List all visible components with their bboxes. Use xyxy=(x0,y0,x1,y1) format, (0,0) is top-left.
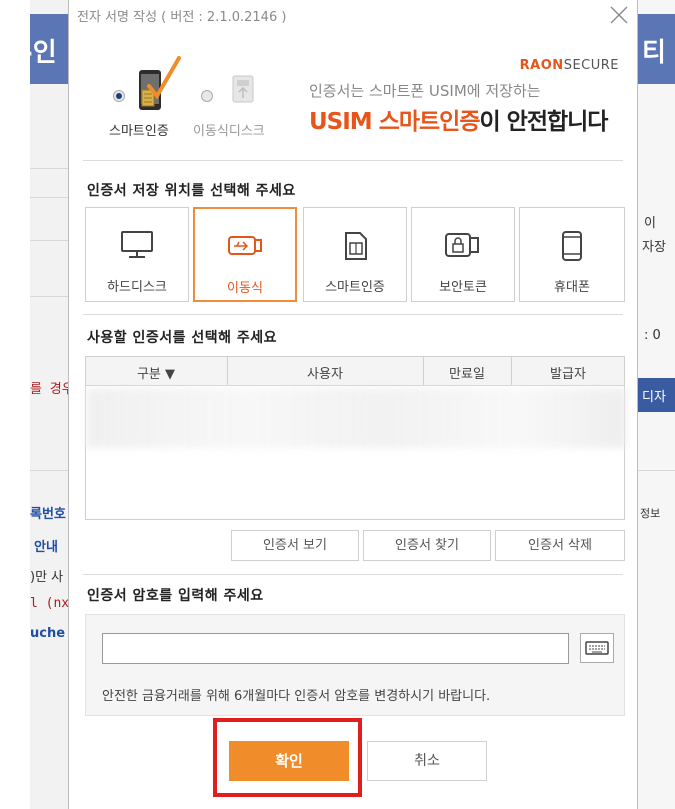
background-divider xyxy=(30,470,68,471)
table-header: 구분 ▼ 사용자 만료일 발급자 xyxy=(86,357,624,386)
background-banner-text: 티 xyxy=(642,38,666,68)
smart-auth-option-label[interactable]: 스마트인증 xyxy=(109,120,169,139)
delete-certificate-button[interactable]: 인증서 삭제 xyxy=(495,530,625,561)
confirm-highlight-box xyxy=(213,718,362,797)
background-text: : 0 xyxy=(644,328,661,343)
promo-tagline-rest: 이 안전합니다 xyxy=(479,109,609,135)
section-divider xyxy=(83,160,623,161)
view-certificate-button[interactable]: 인증서 보기 xyxy=(231,530,359,561)
removable-disk-option-label[interactable]: 이동식디스크 xyxy=(193,120,265,139)
background-left-strip xyxy=(30,0,68,809)
background-button[interactable]: 디자 xyxy=(638,378,675,412)
dialog-titlebar: 전자 서명 작성 ( 버전 : 2.1.0.2146 ) xyxy=(69,0,637,34)
background-link[interactable]: 록번호 xyxy=(30,503,66,522)
storage-option-label: 보안토큰 xyxy=(439,280,487,295)
storage-section-title: 인증서 저장 위치를 선택해 주세요 xyxy=(87,183,296,199)
background-text: l (nx xyxy=(30,596,70,611)
background-banner-right: 티 xyxy=(638,14,675,84)
storage-option-mobile-phone[interactable]: 휴대폰 xyxy=(519,207,625,302)
brand-sub: SECURE xyxy=(563,58,619,73)
promo-tagline-large: USIM 스마트인증이 안전합니다 xyxy=(309,102,609,136)
removable-disk-radio[interactable] xyxy=(201,90,213,102)
promo-banner: RAONSECURE 인증서는 스마트폰 USIM에 저장하는 USIM 스마트… xyxy=(309,58,619,138)
certificate-table[interactable]: 구분 ▼ 사용자 만료일 발급자 xyxy=(85,356,626,520)
section-divider xyxy=(83,574,623,575)
usb-drive-icon xyxy=(227,231,263,263)
column-header-expiry[interactable]: 만료일 xyxy=(424,363,510,382)
background-banner-text: -인 xyxy=(30,38,57,68)
find-certificate-button[interactable]: 인증서 찾기 xyxy=(363,530,491,561)
promo-tagline-small: 인증서는 스마트폰 USIM에 저장하는 xyxy=(309,82,541,100)
section-divider xyxy=(83,314,623,315)
smart-auth-radio[interactable] xyxy=(113,90,125,102)
signature-dialog: 전자 서명 작성 ( 버전 : 2.1.0.2146 ) 스마트인증 이동식디스… xyxy=(68,0,638,809)
storage-option-harddisk[interactable]: 하드디스크 xyxy=(85,207,189,302)
sim-card-icon xyxy=(340,230,370,266)
table-row[interactable] xyxy=(86,388,626,448)
background-divider xyxy=(30,296,68,297)
mobile-phone-icon xyxy=(560,230,584,266)
monitor-icon xyxy=(120,230,154,264)
background-text: 이 xyxy=(644,216,656,231)
cancel-button[interactable]: 취소 xyxy=(367,741,487,781)
keyboard-icon xyxy=(585,641,609,655)
storage-option-removable[interactable]: 이동식 xyxy=(193,207,297,302)
password-section-title: 인증서 암호를 입력해 주세요 xyxy=(87,588,264,604)
smartphone-usim-icon xyxy=(131,56,183,122)
background-link[interactable]: uche xyxy=(30,626,65,641)
background-divider xyxy=(30,197,68,198)
password-input[interactable] xyxy=(102,633,569,664)
password-panel: 안전한 금융거래를 위해 6개월마다 인증서 암호를 변경하시기 바랍니다. xyxy=(85,614,625,716)
background-divider xyxy=(30,240,68,241)
background-text: )만 사 xyxy=(30,570,64,585)
background-text: 자장 xyxy=(642,240,666,255)
close-icon xyxy=(610,6,628,24)
security-token-icon xyxy=(444,230,482,264)
virtual-keyboard-button[interactable] xyxy=(580,633,614,663)
background-link[interactable]: 안내 xyxy=(34,536,58,555)
dialog-title: 전자 서명 작성 ( 버전 : 2.1.0.2146 ) xyxy=(77,10,287,25)
column-header-user[interactable]: 사용자 xyxy=(228,363,422,382)
close-button[interactable] xyxy=(605,0,633,30)
cert-section-title: 사용할 인증서를 선택해 주세요 xyxy=(87,330,278,346)
storage-option-security-token[interactable]: 보안토큰 xyxy=(411,207,515,302)
storage-option-smart-auth[interactable]: 스마트인증 xyxy=(303,207,407,302)
promo-tagline-accent: USIM 스마트인증 xyxy=(309,109,480,135)
column-header-issuer[interactable]: 발급자 xyxy=(512,363,624,382)
background-banner-left: -인 xyxy=(30,14,68,84)
removable-disk-icon xyxy=(229,72,259,110)
background-divider xyxy=(638,470,675,471)
storage-option-label: 휴대폰 xyxy=(554,280,590,295)
background-divider xyxy=(30,168,68,169)
brand-main: RAON xyxy=(519,58,564,73)
brand-logo: RAONSECURE xyxy=(520,58,619,73)
storage-option-label: 스마트인증 xyxy=(325,280,385,295)
storage-option-label: 이동식 xyxy=(227,281,263,296)
background-text: 정보 xyxy=(640,507,661,520)
storage-option-label: 하드디스크 xyxy=(107,280,167,295)
column-header-type[interactable]: 구분 ▼ xyxy=(116,363,196,382)
password-change-notice: 안전한 금융거래를 위해 6개월마다 인증서 암호를 변경하시기 바랍니다. xyxy=(102,689,491,704)
